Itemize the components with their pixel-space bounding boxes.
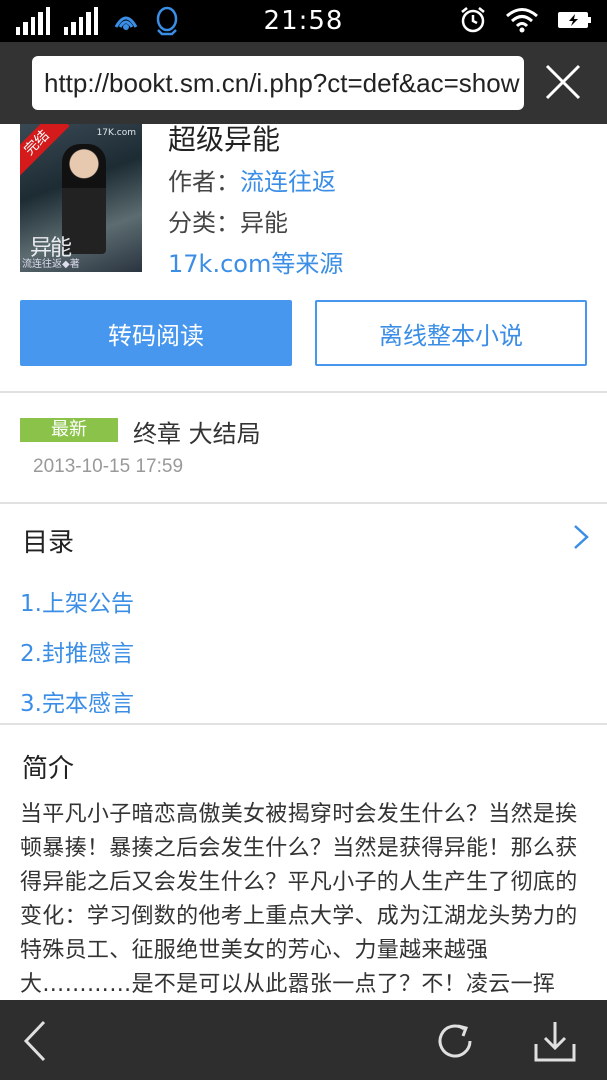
bottom-toolbar xyxy=(0,1000,607,1080)
status-bar: 21:58 xyxy=(0,0,607,42)
wifi-icon xyxy=(506,8,538,33)
url-bar xyxy=(0,42,607,124)
category-value: 异能 xyxy=(240,209,288,237)
status-right-icons xyxy=(459,6,593,34)
divider xyxy=(0,391,607,393)
offline-download-button[interactable]: 离线整本小说 xyxy=(315,300,587,366)
book-category-row: 分类：异能 xyxy=(168,203,288,238)
book-author-row: 作者：流连往返 xyxy=(168,162,336,197)
battery-charging-icon xyxy=(558,12,591,28)
alarm-icon xyxy=(461,7,485,33)
toc-title[interactable]: 目录 xyxy=(22,522,74,559)
category-label: 分类： xyxy=(168,209,240,237)
toc-item[interactable]: 3.完本感言 xyxy=(20,684,134,718)
cover-site: 17K.com xyxy=(96,128,136,138)
divider xyxy=(0,723,607,725)
refresh-icon[interactable] xyxy=(432,1018,478,1064)
download-icon[interactable] xyxy=(532,1018,578,1064)
chevron-right-icon[interactable] xyxy=(573,524,589,550)
book-title: 超级异能 xyxy=(168,123,281,156)
latest-update-time: 2013-10-15 17:59 xyxy=(33,456,184,477)
back-icon[interactable] xyxy=(14,1018,60,1064)
url-input[interactable] xyxy=(32,56,524,110)
intro-text: 当平凡小子暗恋高傲美女被揭穿时会发生什么？当然是挨顿暴揍！暴揍之后会发生什么？当… xyxy=(20,802,578,997)
author-link[interactable]: 流连往返 xyxy=(240,168,336,196)
toc-item[interactable]: 1.上架公告 xyxy=(20,584,134,618)
transcode-read-button[interactable]: 转码阅读 xyxy=(20,300,292,366)
intro-title: 简介 xyxy=(22,754,75,784)
book-cover[interactable]: 完结 17K.com 异能 流连往返◆著 xyxy=(20,124,142,272)
url-field[interactable] xyxy=(32,56,524,110)
divider xyxy=(0,502,607,504)
latest-chapter-link[interactable]: 终章 大结局 xyxy=(133,414,261,449)
latest-badge: 最新 xyxy=(20,418,118,442)
source-link[interactable]: 17k.com等来源 xyxy=(168,244,343,279)
cover-author: 流连往返◆著 xyxy=(22,259,80,270)
close-icon[interactable] xyxy=(545,64,581,100)
author-label: 作者： xyxy=(168,168,240,196)
toc-item[interactable]: 2.封推感言 xyxy=(20,634,134,668)
